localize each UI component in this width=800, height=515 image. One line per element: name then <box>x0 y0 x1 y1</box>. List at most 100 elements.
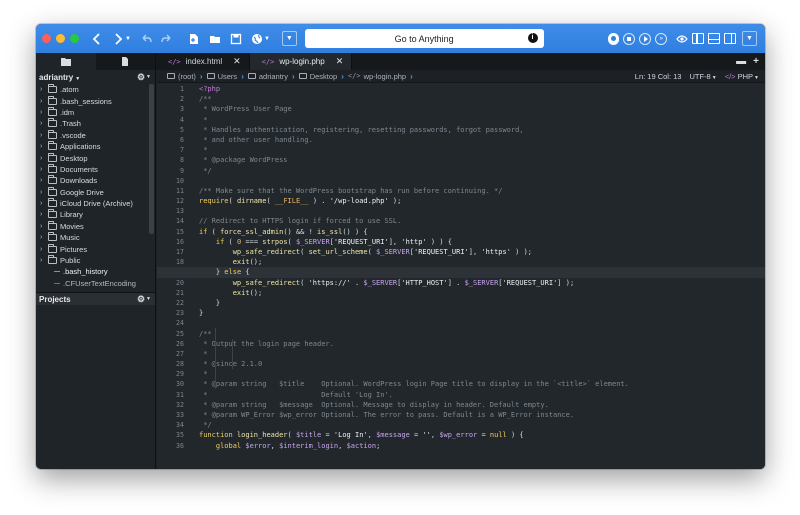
breadcrumb-desktop[interactable]: Desktop <box>298 72 337 81</box>
places-settings-button[interactable]: ⚙ ▼ <box>137 72 151 83</box>
new-tab-icon[interactable]: + <box>753 56 759 67</box>
chevron-right-icon[interactable]: › <box>40 211 46 218</box>
code-line[interactable]: require( dirname( __FILE__ ) . '/wp-load… <box>199 196 765 206</box>
code-line[interactable] <box>199 318 765 328</box>
code-line[interactable]: <?php <box>199 84 765 94</box>
code-line[interactable]: global $error, $interim_login, $action; <box>199 441 765 451</box>
forward-button[interactable]: ▼ <box>109 30 134 47</box>
chevron-right-icon[interactable]: › <box>40 132 46 139</box>
code-line[interactable]: wp_safe_redirect( 'https://' . $_SERVER[… <box>199 278 765 288</box>
code-line[interactable]: /** <box>199 329 765 339</box>
tab-list-icon[interactable]: ▬ <box>736 56 746 67</box>
layout-dropdown[interactable]: ▼ <box>742 31 757 46</box>
tab-index-html[interactable]: </> index.html ✕ <box>156 53 250 70</box>
go-to-anything-input[interactable]: Go to Anything i <box>304 29 544 48</box>
code-line[interactable] <box>199 176 765 186</box>
tree-folder-item[interactable]: › .vscode <box>36 129 155 141</box>
code-lines[interactable]: <?php /** * WordPress User Page * * Handl… <box>157 84 765 451</box>
code-line[interactable]: } <box>199 298 765 308</box>
chevron-right-icon[interactable]: › <box>40 143 46 150</box>
tree-folder-item[interactable]: › Google Drive <box>36 186 155 198</box>
code-line[interactable]: * <box>199 369 765 379</box>
code-line[interactable]: * @param string $message Optional. Messa… <box>199 400 765 410</box>
code-line[interactable]: wp_safe_redirect( set_url_scheme( $_SERV… <box>199 247 765 257</box>
breadcrumb-file[interactable]: </> wp-login.php <box>348 72 406 81</box>
stop-macro-button[interactable] <box>623 32 636 45</box>
toggle-bottom-pane-button[interactable] <box>708 33 721 44</box>
chevron-right-icon[interactable]: › <box>40 223 46 230</box>
close-icon[interactable]: ✕ <box>233 56 241 67</box>
tree-folder-item[interactable]: › .idm <box>36 106 155 118</box>
projects-settings-button[interactable]: ⚙ ▼ <box>137 294 151 305</box>
tab-wp-login-php[interactable]: </> wp-login.php ✕ <box>249 53 353 70</box>
breadcrumb-root[interactable]: (root) <box>167 72 196 81</box>
code-line[interactable]: } else { <box>157 267 765 278</box>
code-line[interactable]: /** <box>199 94 765 104</box>
code-line[interactable]: * @param string $title Optional. WordPre… <box>199 379 765 389</box>
tree-folder-item[interactable]: › Library <box>36 209 155 220</box>
history-dropdown[interactable]: ▼ <box>281 31 297 46</box>
code-line[interactable]: // Redirect to HTTPS login if forced to … <box>199 216 765 226</box>
code-line[interactable]: * WordPress User Page <box>199 104 765 114</box>
breadcrumb-users[interactable]: Users <box>206 72 237 81</box>
eye-icon[interactable] <box>676 34 688 43</box>
minimize-window-button[interactable] <box>56 34 65 43</box>
code-line[interactable]: * @package WordPress <box>199 155 765 165</box>
chevron-right-icon[interactable]: › <box>40 234 46 241</box>
new-file-button[interactable] <box>185 30 203 47</box>
chevron-right-icon[interactable]: › <box>40 177 46 184</box>
tree-folder-item[interactable]: › Applications <box>36 141 155 152</box>
code-line[interactable]: * Handles authentication, registering, r… <box>199 125 765 135</box>
chevron-right-icon[interactable]: › <box>40 246 46 253</box>
tree-folder-item[interactable]: › .bash_sessions <box>36 95 155 106</box>
zoom-window-button[interactable] <box>70 34 79 43</box>
info-icon[interactable]: i <box>527 33 538 43</box>
code-line[interactable]: * <box>199 349 765 359</box>
places-root-dropdown[interactable]: adriantry ▼ <box>39 73 80 82</box>
toggle-sidebar-button[interactable] <box>692 33 705 44</box>
sidebar-scrollbar[interactable] <box>149 84 154 234</box>
language-dropdown[interactable]: </> PHP▼ <box>725 72 759 81</box>
code-editor[interactable]: 1234567891011121314151617181920212223242… <box>157 84 765 469</box>
code-line[interactable]: * and other user handling. <box>199 135 765 145</box>
chevron-right-icon[interactable]: › <box>40 109 46 116</box>
chevron-right-icon[interactable]: › <box>40 155 46 162</box>
code-line[interactable]: if ( 0 === strpos( $_SERVER['REQUEST_URI… <box>199 237 765 247</box>
play-macro-button[interactable] <box>639 32 652 45</box>
chevron-right-icon[interactable]: › <box>40 166 46 173</box>
code-line[interactable]: exit(); <box>199 288 765 298</box>
code-line[interactable] <box>199 206 765 216</box>
redo-button[interactable] <box>158 30 176 47</box>
chevron-right-icon[interactable]: › <box>40 200 46 207</box>
tab-code-browser[interactable] <box>96 53 156 70</box>
code-line[interactable]: * <box>199 115 765 125</box>
close-icon[interactable]: ✕ <box>336 56 344 67</box>
tree-folder-item[interactable]: › iCloud Drive (Archive) <box>36 198 155 209</box>
chevron-right-icon[interactable]: › <box>40 86 46 93</box>
code-line[interactable]: exit(); <box>199 257 765 267</box>
tree-folder-item[interactable]: › .atom <box>36 84 155 95</box>
undo-button[interactable] <box>137 30 155 47</box>
code-line[interactable]: * <box>199 145 765 155</box>
open-folder-button[interactable] <box>206 30 224 47</box>
chevron-right-icon[interactable]: › <box>40 189 46 196</box>
code-line[interactable]: */ <box>199 420 765 430</box>
tree-folder-item[interactable]: › Desktop <box>36 152 155 163</box>
code-line[interactable]: * Output the login page header. <box>199 339 765 349</box>
tree-folder-item[interactable]: › Movies <box>36 220 155 232</box>
code-line[interactable]: function login_header( $title = 'Log In'… <box>199 430 765 440</box>
toggle-right-pane-button[interactable] <box>724 33 737 44</box>
tree-file-item[interactable]: .CFUserTextEncoding <box>36 278 155 289</box>
code-line[interactable]: * @param WP_Error $wp_error Optional. Th… <box>199 410 765 420</box>
chevron-right-icon[interactable]: › <box>40 120 46 127</box>
code-line[interactable]: */ <box>199 166 765 176</box>
code-line[interactable]: /** Make sure that the WordPress bootstr… <box>199 186 765 196</box>
code-line[interactable]: } <box>199 308 765 318</box>
save-button[interactable] <box>227 30 245 47</box>
chevron-right-icon[interactable]: › <box>40 98 46 105</box>
tree-folder-item[interactable]: › .Trash <box>36 118 155 129</box>
breadcrumb-user[interactable]: adriantry <box>247 72 288 81</box>
code-line[interactable]: * Default 'Log In'. <box>199 390 765 400</box>
tree-folder-item[interactable]: › Documents <box>36 163 155 175</box>
code-line[interactable]: if ( force_ssl_admin() && ! is_ssl() ) { <box>199 227 765 237</box>
